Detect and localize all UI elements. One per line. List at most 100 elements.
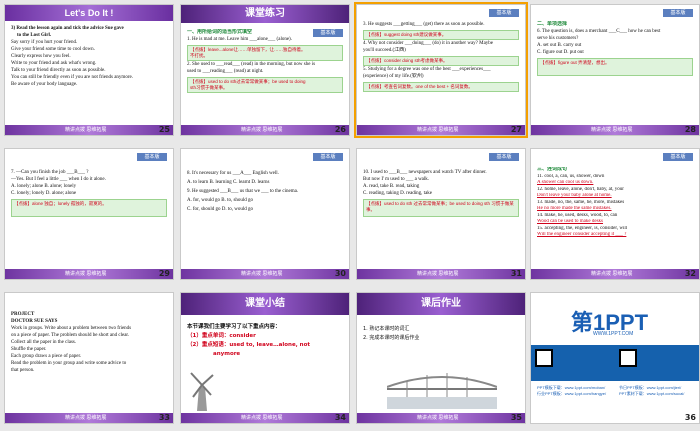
link-item[interactable]: PPT素材下载：www.1ppt.com/sucai/ xyxy=(619,391,684,397)
slide-footer: 精讲点拨 思维拓展 xyxy=(5,269,173,279)
slide-line: 2. She used to ___read___ (read) in the … xyxy=(187,62,316,67)
slide-line: But now I' m used to ___ a walk. xyxy=(363,177,430,182)
hint-box: 【点拨】used to do sth 过去常常做某事；be used to do… xyxy=(363,199,519,217)
slide-line: Collect all the paper in the class. xyxy=(11,340,77,345)
slide-line: serve his customers? xyxy=(537,36,579,41)
slide-footer: 精讲点拨 思维拓展 xyxy=(357,413,525,423)
slide-thumbnail-29[interactable]: 基本版 7. —Can you finish the job ___B___ ?… xyxy=(4,148,174,280)
slide-title: 课后作业 xyxy=(357,293,525,315)
slide-number: 32 xyxy=(684,269,696,278)
slide-line: Each group draws a piece of paper. xyxy=(11,354,82,359)
slide-sorter-grid: Let's Do It ! 3) Read the lesson again a… xyxy=(0,0,700,431)
slide-line: 5. Studying for a degree was one of the … xyxy=(363,67,491,72)
slide-line: （2）重点短语：used to, leave…alone, not xyxy=(187,342,311,348)
slide-line: 9. He suggested ___B___ us that we ___ t… xyxy=(187,189,299,194)
slide-line: (experience) of my life.(钦州) xyxy=(363,74,424,79)
hint-box: 【点拨】alone 独自；lonely 孤独的，寂寞的。 xyxy=(11,199,167,217)
version-tag: 基本版 xyxy=(663,9,693,17)
slide-footer: 精讲点拨 思维拓展 xyxy=(5,413,173,423)
slide-line: Shuffle the paper. xyxy=(11,347,47,352)
slide-line: 1. 熟记本课时的词汇 xyxy=(363,326,410,332)
slide-number: 33 xyxy=(158,413,170,422)
slide-footer: 精讲点拨 思维拓展 xyxy=(5,125,173,135)
slide-line: 本节课我们主要学习了以下重点内容： xyxy=(187,324,281,330)
slide-thumbnail-32[interactable]: 基本版 三、连词成句 11. cool, a, can, us, shower,… xyxy=(530,148,700,280)
hint-box: 【点拨】used to do sth过去常常做某事；be used to doi… xyxy=(187,77,343,93)
slide-footer: 精讲点拨 思维拓展 xyxy=(181,269,349,279)
slide-title: 课堂练习 xyxy=(181,5,349,23)
link-item[interactable]: 行业PPT模板：www.1ppt.com/hangye/ xyxy=(537,391,606,397)
slide-line: 3) Read the lesson again and tick the ad… xyxy=(11,26,124,31)
version-tag: 基本版 xyxy=(489,153,519,161)
link-list: PPT模板下载：www.1ppt.com/moban/ 行业PPT模板：www.… xyxy=(537,385,606,397)
slide-line: Say sorry if you hurt your friend. xyxy=(11,40,78,45)
version-tag: 基本版 xyxy=(313,153,343,161)
windmill-icon xyxy=(190,372,214,411)
answer-line: Will the engineer consider accepting it … xyxy=(537,232,627,237)
slide-line: 7. —Can you finish the job ___B___ ? xyxy=(11,170,89,175)
slide-line: C. lonely; lonely D. alone; alone xyxy=(11,191,77,196)
slide-line: used to ___reading___ (read) at night. xyxy=(187,69,264,74)
slide-line: C. for, should go D. to, would go xyxy=(187,207,254,212)
slide-line: Give your friend some time to cool down. xyxy=(11,47,95,52)
slide-footer: 精讲点拨 思维拓展 xyxy=(531,125,699,135)
slide-thumbnail-33[interactable]: PROJECT DOCTOR SUE SAYS Work in groups. … xyxy=(4,292,174,424)
slide-thumbnail-30[interactable]: 基本版 8. It's necessary for us ___A___ Eng… xyxy=(180,148,350,280)
slide-number: 35 xyxy=(510,413,522,422)
slide-line: 1. He is mad at me. Leave him ___alone__… xyxy=(187,37,292,42)
slide-thumbnail-36[interactable]: 第1PPT WWW.1PPT.COM PPT模板下载：www.1ppt.com/… xyxy=(530,292,700,424)
section-heading: 二、单项选择 xyxy=(537,22,568,27)
slide-line: Work in groups. Write about a problem be… xyxy=(11,326,132,331)
slide-line: 一、用所给词的适当形式填空 xyxy=(187,30,253,35)
slide-line: Clearly express how you feel. xyxy=(11,54,71,59)
slide-thumbnail-27[interactable]: 基本版 3. He suggests ___getting___ (get) t… xyxy=(354,2,528,138)
slide-line: Write to your friend and ask what's wron… xyxy=(11,61,97,66)
slide-line: Be aware of your body language. xyxy=(11,82,78,87)
hint-box: 【点拨】考查名词复数。one of the best + 名词复数。 xyxy=(363,82,519,92)
slide-line: A. set out B. carry out xyxy=(537,43,582,48)
slide-title: Let's Do It ! xyxy=(5,5,173,21)
slide-thumbnail-31[interactable]: 基本版 10. I used to ___B___ newspapers and… xyxy=(356,148,526,280)
slide-number: 34 xyxy=(334,413,346,422)
slide-line: to the Lost Girl. xyxy=(17,33,52,38)
slide-footer: 精讲点拨 思维拓展 xyxy=(181,413,349,423)
slide-line: C. figure out D. put out xyxy=(537,50,584,55)
slide-line: 3. He suggests ___getting___ (get) there… xyxy=(363,22,485,27)
slide-line: PROJECT xyxy=(11,312,35,317)
slide-line: you'll succeed.(江西) xyxy=(363,48,406,53)
slide-footer: 精讲点拨 思维拓展 xyxy=(357,125,525,135)
hint-box: 【点拨】consider doing sth考虑做某事。 xyxy=(363,56,519,66)
slide-line: anymore xyxy=(213,351,241,357)
qr-code-icon xyxy=(619,349,637,367)
slide-number: 31 xyxy=(510,269,522,278)
slide-line: that person. xyxy=(11,368,35,373)
slide-line: （1）重点单词：consider xyxy=(187,333,256,339)
version-tag: 基本版 xyxy=(137,153,167,161)
bridge-illustration-icon xyxy=(387,373,497,409)
version-tag: 基本版 xyxy=(663,153,693,161)
slide-footer: 精讲点拨 思维拓展 xyxy=(181,125,349,135)
slide-thumbnail-34[interactable]: 课堂小结 本节课我们主要学习了以下重点内容： （1）重点单词：consider … xyxy=(180,292,350,424)
slide-line: A. for, would go B. to, should go xyxy=(187,198,254,203)
slide-number: 30 xyxy=(334,269,346,278)
slide-line: Read the problem in your group and write… xyxy=(11,361,127,366)
slide-line: C. reading, taking D. reading, take xyxy=(363,191,433,196)
link-list: 节日PPT模板：www.1ppt.com/jieri/ PPT素材下载：www.… xyxy=(619,385,684,397)
brand-url: WWW.1PPT.COM xyxy=(593,331,634,337)
slide-number: 28 xyxy=(684,125,696,134)
slide-line: A. to learn B. learning C. learnt D. lea… xyxy=(187,180,270,185)
slide-line: 8. It's necessary for us ___A___ English… xyxy=(187,171,279,176)
slide-thumbnail-35[interactable]: 课后作业 1. 熟记本课时的词汇 2. 完成本课时的课后作业 精讲点拨 思维拓展… xyxy=(356,292,526,424)
slide-line: —Yes. But I feel a little ___ when I do … xyxy=(11,177,106,182)
slide-thumbnail-28[interactable]: 基本版 二、单项选择 6. The question is, does a me… xyxy=(530,4,700,136)
slide-title: 课堂小结 xyxy=(181,293,349,315)
slide-number: 29 xyxy=(158,269,170,278)
slide-line: DOCTOR SUE SAYS xyxy=(11,319,58,324)
slide-number: 26 xyxy=(334,125,346,134)
version-tag: 基本版 xyxy=(489,9,519,17)
slide-line: A. read, take B. read, taking xyxy=(363,184,420,189)
slide-thumbnail-26[interactable]: 课堂练习 基本版 一、用所给词的适当形式填空 1. He is mad at m… xyxy=(180,4,350,136)
slide-line: 4. Why not consider ___doing___ (do) it … xyxy=(363,41,494,46)
slide-number: 36 xyxy=(684,413,696,422)
slide-thumbnail-25[interactable]: Let's Do It ! 3) Read the lesson again a… xyxy=(4,4,174,136)
